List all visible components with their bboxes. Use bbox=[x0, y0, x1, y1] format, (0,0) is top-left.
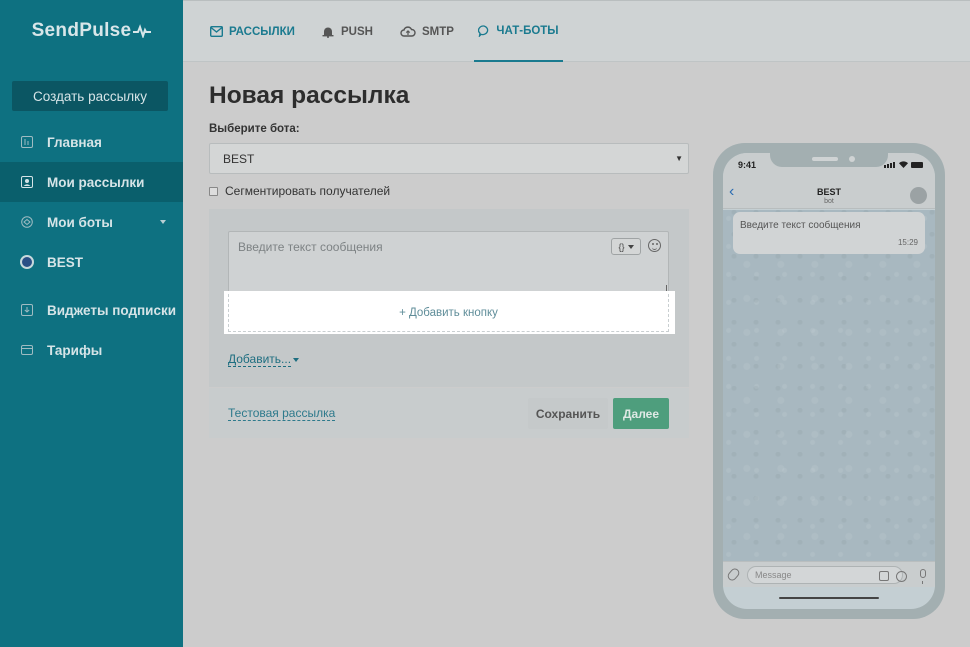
save-button[interactable]: Сохранить bbox=[528, 398, 608, 429]
sidebar-item-label: BEST bbox=[47, 254, 84, 270]
chevron-down-icon bbox=[627, 244, 634, 249]
phone-screen: 9:41 ‹ BEST bot Введите текст сообщения … bbox=[723, 153, 935, 609]
create-mailing-button[interactable]: Создать рассылку bbox=[12, 81, 168, 111]
dashboard-icon bbox=[20, 135, 34, 149]
status-time: 9:41 bbox=[738, 160, 757, 170]
chevron-down-icon[interactable] bbox=[293, 358, 299, 362]
segment-recipients[interactable]: Сегментировать получателей bbox=[209, 184, 390, 198]
signal-icon bbox=[884, 161, 896, 168]
chat-bot-name: BEST bbox=[816, 187, 841, 197]
variables-icon: {} bbox=[618, 241, 625, 252]
message-textarea[interactable]: Введите текст сообщения {} bbox=[228, 231, 669, 294]
chat-background bbox=[723, 210, 935, 561]
sidebar-item-my-mailings[interactable]: Мои рассылки bbox=[0, 162, 183, 202]
sidebar-item-label: Мои рассылки bbox=[47, 174, 145, 190]
telegram-bot-icon bbox=[20, 255, 34, 269]
add-button-button[interactable]: + Добавить кнопку bbox=[228, 294, 669, 332]
pulse-icon bbox=[133, 24, 152, 38]
sidebar-item-label: Мои боты bbox=[47, 214, 113, 230]
tab-label: ЧАТ-БОТЫ bbox=[496, 24, 559, 37]
next-button[interactable]: Далее bbox=[613, 398, 669, 429]
sidebar-item-label: Тарифы bbox=[47, 342, 103, 358]
bot-select-value: BEST bbox=[223, 151, 255, 166]
add-more-dropdown[interactable]: Добавить... bbox=[228, 352, 292, 367]
widget-icon bbox=[20, 303, 34, 317]
tab-label: РАССЫЛКИ bbox=[229, 25, 295, 38]
phone-notch bbox=[770, 153, 888, 167]
bot-select[interactable]: BEST ▼ bbox=[209, 143, 689, 174]
chat-input-bar: Message bbox=[723, 561, 935, 587]
sidebar-item-label: Виджеты подписки bbox=[47, 302, 177, 318]
wifi-icon bbox=[899, 161, 908, 168]
status-icons bbox=[884, 161, 923, 168]
chevron-down-icon[interactable] bbox=[160, 220, 166, 224]
tab-label: PUSH bbox=[341, 25, 373, 38]
sidebar-item-home[interactable]: Главная bbox=[0, 122, 183, 162]
clock-icon bbox=[896, 571, 907, 582]
sidebar-item-widgets[interactable]: Виджеты подписки bbox=[0, 290, 183, 330]
tab-smtp[interactable]: SMTP bbox=[400, 1, 454, 62]
command-icon bbox=[879, 571, 889, 581]
sidebar-item-tariffs[interactable]: Тарифы bbox=[0, 330, 183, 370]
sidebar-item-best-bot[interactable]: BEST bbox=[0, 242, 183, 282]
sidebar: SendPulse Создать рассылку Главная Мои р… bbox=[0, 0, 183, 647]
brand-name: SendPulse bbox=[31, 20, 132, 41]
battery-icon bbox=[911, 161, 923, 168]
sendpulse-logo[interactable]: SendPulse bbox=[0, 0, 183, 62]
home-indicator bbox=[779, 597, 879, 599]
avatar bbox=[910, 187, 927, 204]
phone-preview: 9:41 ‹ BEST bot Введите текст сообщения … bbox=[713, 143, 945, 619]
tab-chatbots[interactable]: ЧАТ-БОТЫ bbox=[474, 1, 563, 62]
mail-icon bbox=[210, 26, 223, 37]
bubble-text: Введите текст сообщения bbox=[740, 220, 861, 231]
tab-push[interactable]: PUSH bbox=[321, 1, 373, 62]
attach-icon bbox=[725, 566, 742, 583]
chat-bot-subtitle: bot bbox=[824, 198, 834, 205]
sidebar-nav: Главная Мои рассылки Мои боты BEST Видже… bbox=[0, 122, 183, 370]
mailings-icon bbox=[20, 175, 34, 189]
bot-select-label: Выберите бота: bbox=[209, 123, 300, 135]
page-title: Новая рассылка bbox=[209, 82, 410, 109]
test-mailing-link[interactable]: Тестовая рассылка bbox=[228, 407, 336, 421]
cloud-icon bbox=[400, 25, 416, 38]
segment-label: Сегментировать получателей bbox=[225, 184, 391, 198]
sidebar-item-label: Главная bbox=[47, 134, 102, 150]
select-arrow-icon: ▼ bbox=[675, 154, 683, 163]
chat-icon bbox=[478, 24, 490, 37]
bell-icon bbox=[321, 26, 335, 38]
chat-header: ‹ BEST bot bbox=[723, 177, 935, 209]
top-navigation: РАССЫЛКИ PUSH SMTP ЧАТ-БОТЫ bbox=[183, 0, 970, 62]
message-placeholder: Введите текст сообщения bbox=[238, 240, 383, 254]
segment-checkbox[interactable] bbox=[209, 186, 218, 196]
sidebar-item-my-bots[interactable]: Мои боты bbox=[0, 202, 183, 242]
variables-button[interactable]: {} bbox=[611, 238, 641, 255]
bubble-time: 15:29 bbox=[897, 238, 918, 247]
emoji-icon[interactable] bbox=[648, 239, 661, 252]
bots-icon bbox=[20, 215, 34, 229]
message-bubble: Введите текст сообщения 15:29 bbox=[733, 212, 925, 254]
tariff-icon bbox=[20, 343, 34, 357]
tab-label: SMTP bbox=[422, 25, 454, 38]
tab-mailings[interactable]: РАССЫЛКИ bbox=[210, 1, 295, 62]
microphone-icon bbox=[920, 569, 926, 584]
